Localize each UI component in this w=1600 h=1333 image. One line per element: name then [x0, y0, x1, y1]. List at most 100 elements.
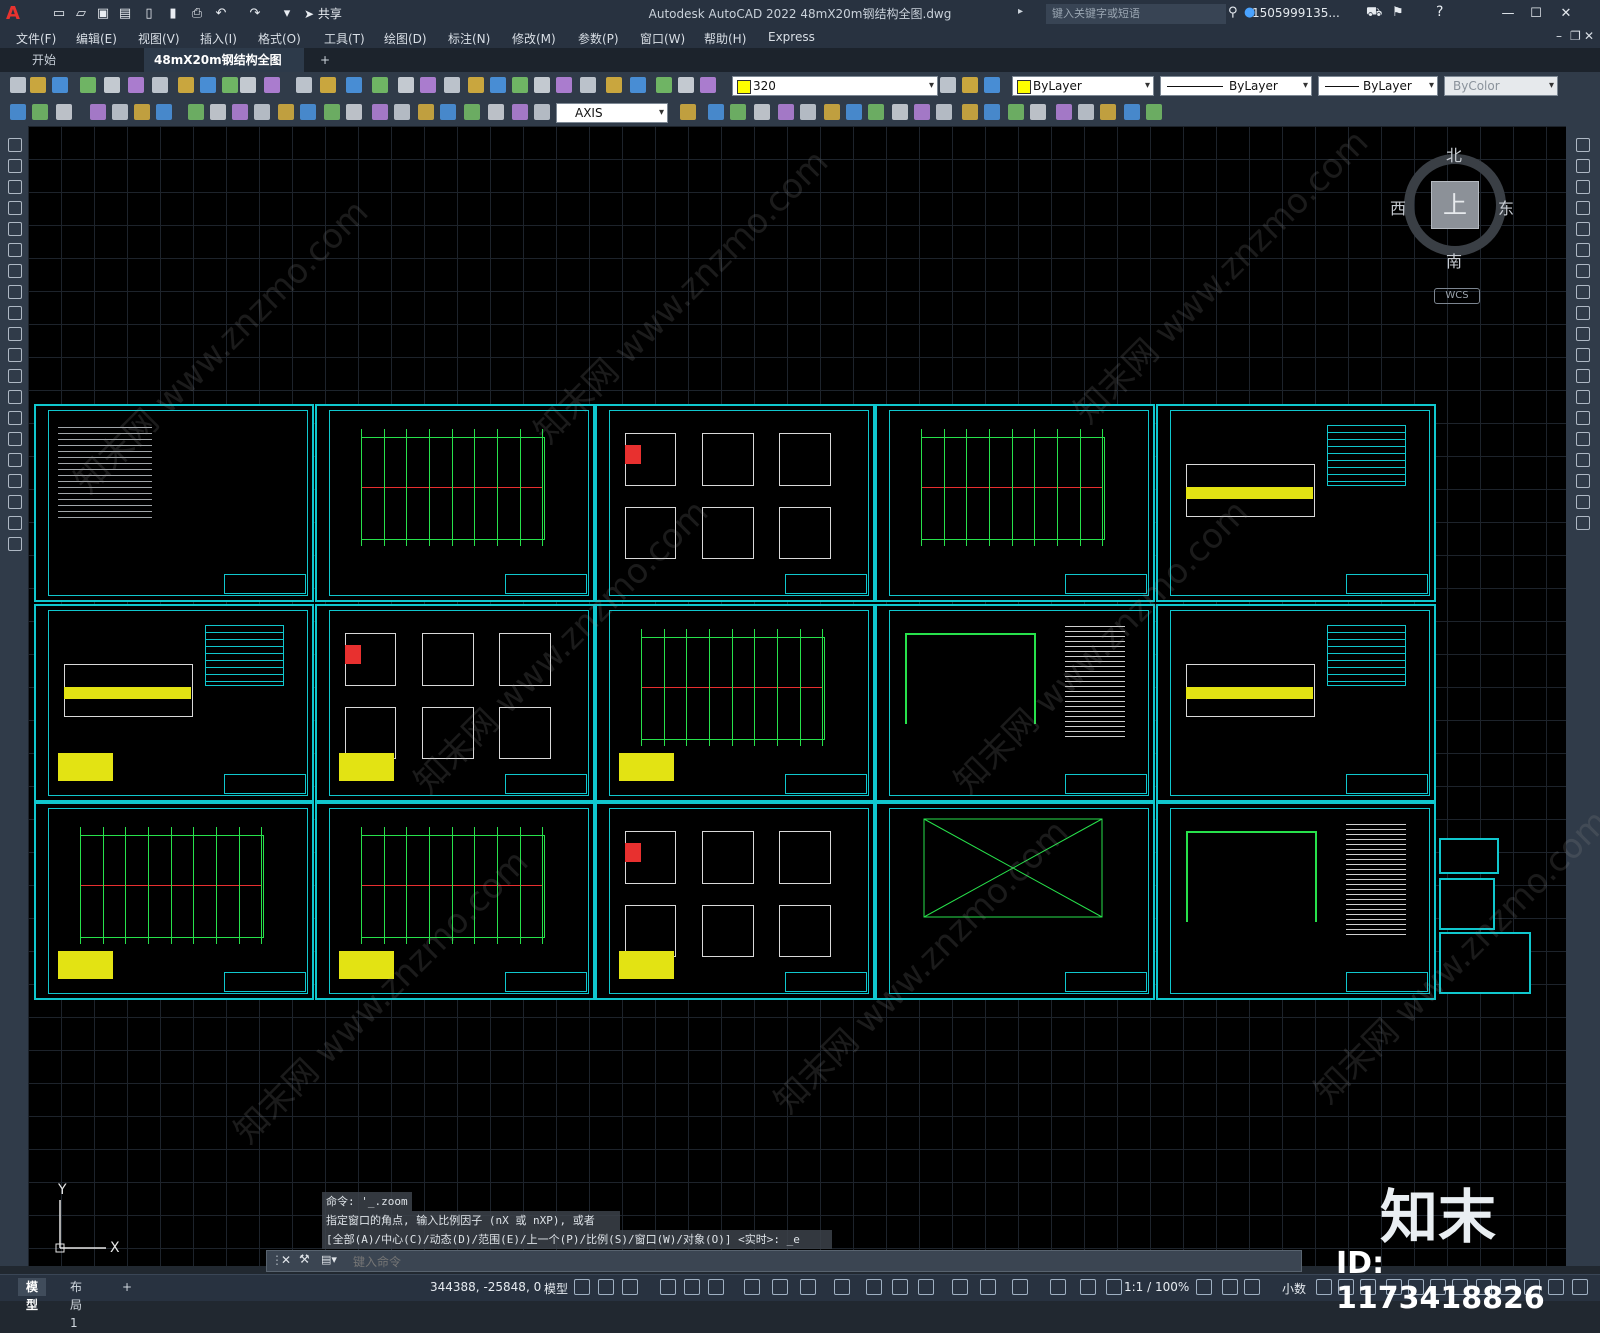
drawing-sheet[interactable] — [1439, 838, 1499, 874]
toolbar-tool-icon[interactable] — [824, 104, 840, 120]
status-toggle-icon[interactable] — [1050, 1279, 1066, 1295]
open-web-icon[interactable]: ▯ — [140, 5, 158, 23]
toolbar-tool-icon[interactable] — [178, 77, 194, 93]
minimize-icon[interactable]: — — [1496, 4, 1520, 24]
modify-tool-icon[interactable] — [1576, 138, 1590, 152]
drawing-sheet[interactable] — [875, 802, 1155, 1000]
tab-model[interactable]: 模型 — [18, 1278, 47, 1312]
model-space-button[interactable]: 模型 — [544, 1280, 568, 1297]
draw-tool-icon[interactable] — [8, 369, 22, 383]
draw-tool-icon[interactable] — [8, 327, 22, 341]
toolbar-tool-icon[interactable] — [606, 77, 622, 93]
redo-icon[interactable]: ↷ — [246, 5, 264, 23]
modify-tool-icon[interactable] — [1576, 222, 1590, 236]
draw-tool-icon[interactable] — [8, 348, 22, 362]
layer-dropdown[interactable]: 320 ▾ — [732, 76, 938, 96]
toolbar-tool-icon[interactable] — [440, 104, 456, 120]
new-file-icon[interactable]: ▭ — [50, 5, 68, 23]
compass-south[interactable]: 南 — [1446, 248, 1462, 272]
doc-close-icon[interactable]: ✕ — [1584, 29, 1594, 43]
menu-parametric[interactable]: 参数(P) — [578, 30, 619, 47]
modify-tool-icon[interactable] — [1576, 348, 1590, 362]
tab-layout1[interactable]: 布局1 — [62, 1278, 90, 1330]
modify-tool-icon[interactable] — [1576, 285, 1590, 299]
drawing-sheet[interactable] — [595, 404, 875, 602]
toolbar-tool-icon[interactable] — [278, 104, 294, 120]
toolbar-tool-icon[interactable] — [90, 104, 106, 120]
toolbar-tool-icon[interactable] — [846, 104, 862, 120]
toolbar-tool-icon[interactable] — [656, 77, 672, 93]
toolbar-tool-icon[interactable] — [346, 104, 362, 120]
tab-start[interactable]: 开始 — [22, 48, 142, 72]
drawing-sheet[interactable] — [34, 404, 314, 602]
modify-tool-icon[interactable] — [1576, 159, 1590, 173]
compass-west[interactable]: 西 — [1390, 195, 1406, 219]
toolbar-tool-icon[interactable] — [104, 77, 120, 93]
toolbar-tool-icon[interactable] — [1078, 104, 1094, 120]
toolbar-tool-icon[interactable] — [30, 77, 46, 93]
status-toggle-icon[interactable] — [660, 1279, 676, 1295]
modify-tool-icon[interactable] — [1576, 369, 1590, 383]
status-toggle-icon[interactable] — [772, 1279, 788, 1295]
toolbar-tool-icon[interactable] — [222, 77, 238, 93]
modify-tool-icon[interactable] — [1576, 495, 1590, 509]
status-toggle-icon[interactable] — [1080, 1279, 1096, 1295]
toolbar-tool-icon[interactable] — [1124, 104, 1140, 120]
toolbar-tool-icon[interactable] — [678, 77, 694, 93]
toolbar-tool-icon[interactable] — [324, 104, 340, 120]
toolbar-tool-icon[interactable] — [210, 104, 226, 120]
menu-help[interactable]: 帮助(H) — [704, 30, 746, 47]
menu-draw[interactable]: 绘图(D) — [384, 30, 427, 47]
status-toggle-icon[interactable] — [598, 1279, 614, 1295]
menu-insert[interactable]: 插入(I) — [200, 30, 237, 47]
toolbar-tool-icon[interactable] — [1030, 104, 1046, 120]
toolbar-tool-icon[interactable] — [240, 77, 256, 93]
linetype-dropdown[interactable]: ByLayer ▾ — [1160, 76, 1312, 96]
drawing-sheet[interactable] — [875, 604, 1155, 802]
menu-edit[interactable]: 编辑(E) — [76, 30, 117, 47]
open-file-icon[interactable]: ▱ — [72, 5, 90, 23]
maximize-icon[interactable]: ☐ — [1524, 4, 1548, 24]
exchange-icon[interactable]: ⚑ — [1392, 5, 1404, 20]
close-command-icon[interactable]: ✕ — [281, 1253, 291, 1267]
toolbar-tool-icon[interactable] — [534, 104, 550, 120]
status-toggle-icon[interactable] — [800, 1279, 816, 1295]
drawing-sheet[interactable] — [595, 802, 875, 1000]
drawing-sheet[interactable] — [1439, 932, 1531, 994]
status-toggle-icon[interactable] — [980, 1279, 996, 1295]
toolbar-tool-icon[interactable] — [394, 104, 410, 120]
modify-tool-icon[interactable] — [1576, 327, 1590, 341]
toolbar-tool-icon[interactable] — [892, 104, 908, 120]
status-toggle-icon[interactable] — [1316, 1279, 1332, 1295]
drawing-sheet[interactable] — [875, 404, 1155, 602]
drawing-sheet[interactable] — [595, 604, 875, 802]
modify-tool-icon[interactable] — [1576, 432, 1590, 446]
toolbar-tool-icon[interactable] — [56, 104, 72, 120]
viewcube[interactable]: 上 北 南 东 西 — [1390, 146, 1514, 271]
status-toggle-icon[interactable] — [952, 1279, 968, 1295]
draw-tool-icon[interactable] — [8, 516, 22, 530]
toolbar-tool-icon[interactable] — [630, 77, 646, 93]
doc-minimize-icon[interactable]: – — [1556, 29, 1562, 43]
drawing-canvas[interactable] — [28, 126, 1566, 1266]
plotstyle-dropdown[interactable]: ByColor ▾ — [1444, 76, 1558, 96]
toolbar-tool-icon[interactable] — [346, 77, 362, 93]
toolbar-tool-icon[interactable] — [800, 104, 816, 120]
draw-tool-icon[interactable] — [8, 537, 22, 551]
menu-file[interactable]: 文件(F) — [16, 30, 56, 47]
toolbar-tool-icon[interactable] — [300, 104, 316, 120]
save-icon[interactable]: ▣ — [94, 5, 112, 23]
draw-tool-icon[interactable] — [8, 390, 22, 404]
toolbar-tool-icon[interactable] — [984, 77, 1000, 93]
toolbar-tool-icon[interactable] — [254, 104, 270, 120]
draw-tool-icon[interactable] — [8, 243, 22, 257]
draw-tool-icon[interactable] — [8, 474, 22, 488]
drawing-sheet[interactable] — [1439, 878, 1495, 930]
drawing-sheet[interactable] — [315, 802, 595, 1000]
drawing-sheet[interactable] — [315, 604, 595, 802]
command-input[interactable] — [351, 1251, 1295, 1273]
undo-icon[interactable]: ↶ — [212, 5, 230, 23]
status-toggle-icon[interactable] — [1222, 1279, 1238, 1295]
modify-tool-icon[interactable] — [1576, 243, 1590, 257]
menu-dimension[interactable]: 标注(N) — [448, 30, 490, 47]
